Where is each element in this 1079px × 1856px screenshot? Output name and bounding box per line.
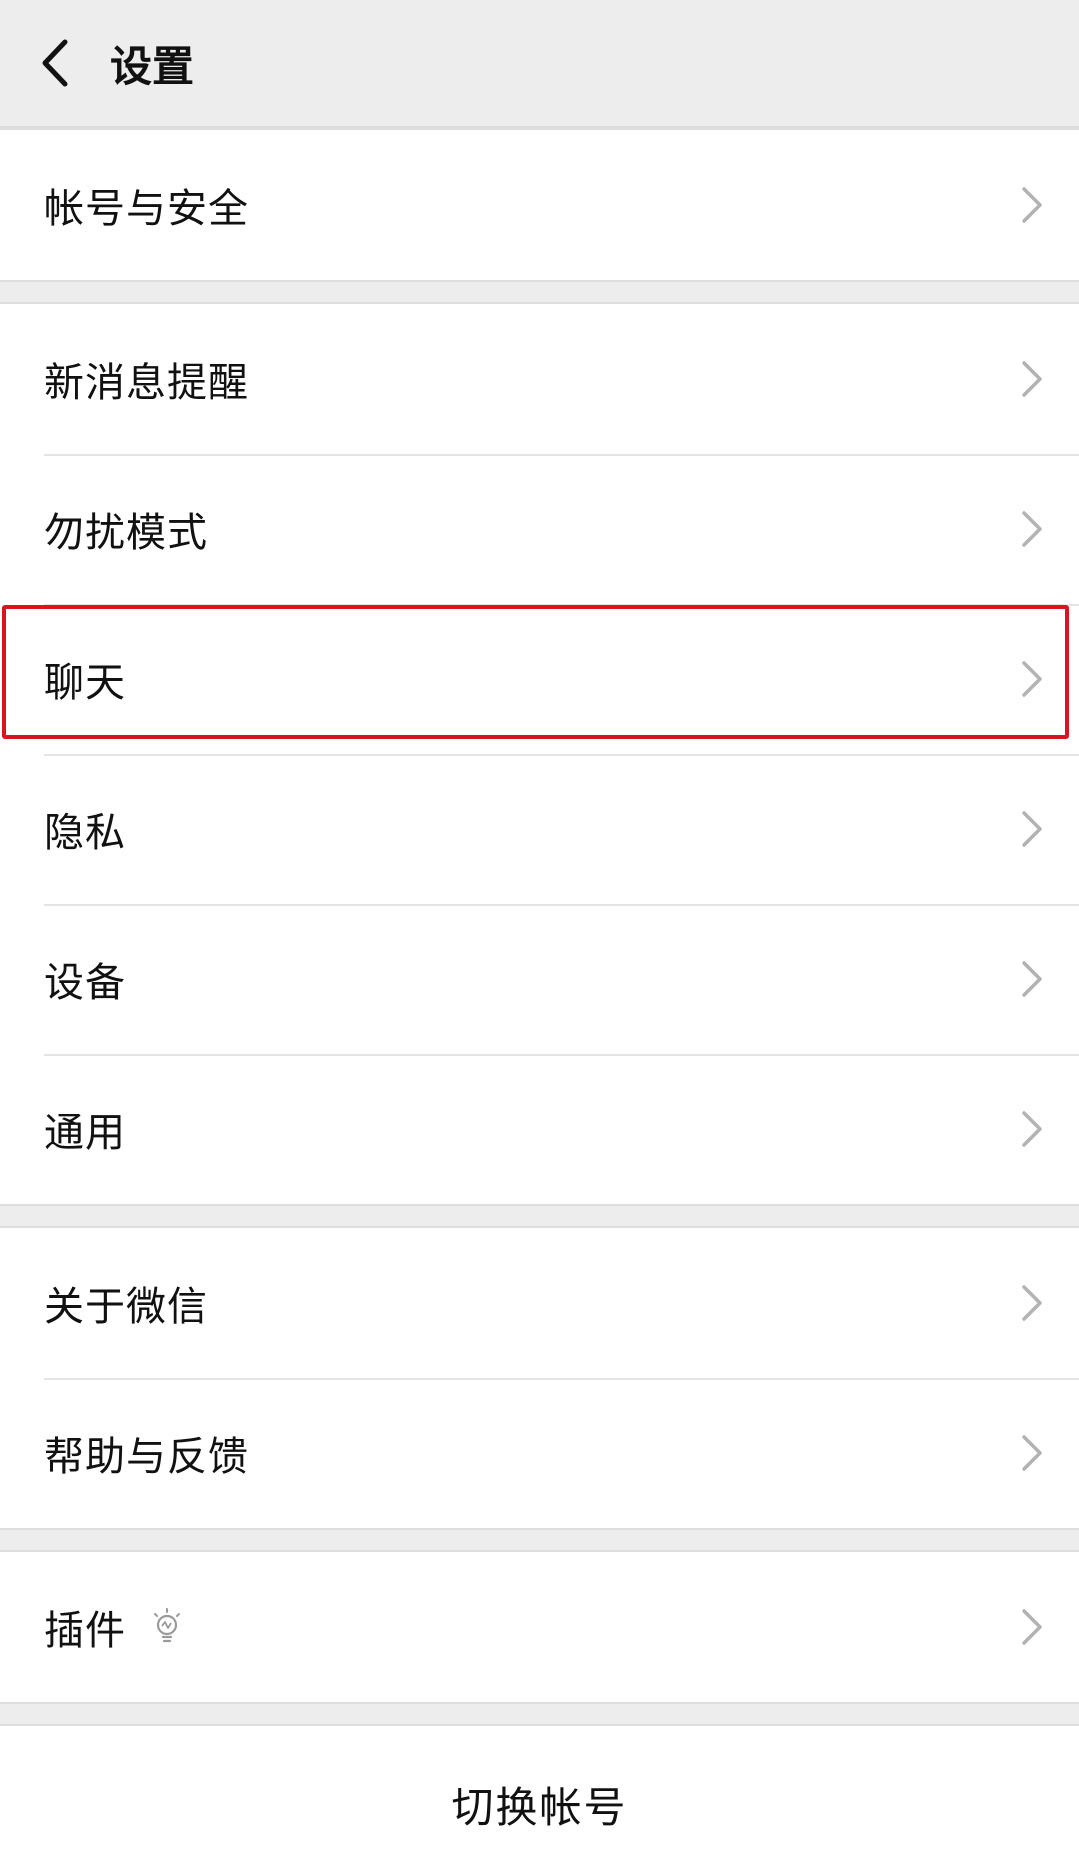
group-spacer (0, 1530, 1079, 1550)
settings-item-label: 新消息提醒 (44, 360, 249, 406)
chevron-right-icon (1022, 1111, 1042, 1147)
switch-account-button[interactable]: 切换帐号 (451, 1774, 627, 1856)
chevron-right-icon (1022, 361, 1042, 397)
settings-item-label: 关于微信 (44, 1284, 208, 1330)
settings-group-main: 新消息提醒 勿扰模式 聊天 隐私 设备 通用 (0, 302, 1079, 1206)
lightbulb-icon (154, 1608, 180, 1643)
settings-item-label: 通用 (44, 1110, 126, 1156)
settings-item-about-wechat[interactable]: 关于微信 (0, 1228, 1079, 1378)
page-title: 设置 (110, 41, 195, 91)
settings-item-general[interactable]: 通用 (0, 1054, 1079, 1204)
chevron-right-icon (1022, 511, 1042, 547)
chevron-right-icon (1022, 1435, 1042, 1471)
settings-item-help-feedback[interactable]: 帮助与反馈 (0, 1378, 1079, 1528)
settings-screen: 设置 帐号与安全 新消息提醒 勿扰模式 聊天 隐私 设备 通用 关于微信 帮助与… (0, 0, 1079, 1856)
settings-item-label: 设备 (44, 960, 126, 1006)
settings-item-label: 帐号与安全 (44, 186, 249, 232)
settings-item-chat[interactable]: 聊天 (0, 604, 1079, 754)
group-spacer (0, 1206, 1079, 1226)
chevron-right-icon (1022, 811, 1042, 847)
group-spacer (0, 1704, 1079, 1724)
settings-group-plugins: 插件 (0, 1550, 1079, 1704)
chevron-right-icon (1022, 1285, 1042, 1321)
settings-group-account: 帐号与安全 (0, 128, 1079, 282)
group-spacer (0, 282, 1079, 302)
chevron-left-icon (42, 39, 68, 87)
settings-item-devices[interactable]: 设备 (0, 904, 1079, 1054)
settings-item-privacy[interactable]: 隐私 (0, 754, 1079, 904)
settings-item-label: 勿扰模式 (44, 510, 208, 556)
navigation-bar: 设置 (0, 0, 1079, 128)
settings-item-plugins[interactable]: 插件 (0, 1552, 1079, 1702)
settings-item-label: 帮助与反馈 (44, 1434, 249, 1480)
settings-item-label: 聊天 (44, 660, 126, 706)
settings-item-new-message-notification[interactable]: 新消息提醒 (0, 304, 1079, 454)
settings-item-label: 隐私 (44, 810, 126, 856)
settings-item-do-not-disturb[interactable]: 勿扰模式 (0, 454, 1079, 604)
chevron-right-icon (1022, 187, 1042, 223)
footer-area: 切换帐号 (0, 1724, 1079, 1856)
settings-item-label: 插件 (44, 1608, 126, 1654)
chevron-right-icon (1022, 1609, 1042, 1645)
chevron-right-icon (1022, 961, 1042, 997)
settings-item-account-security[interactable]: 帐号与安全 (0, 130, 1079, 280)
settings-group-about: 关于微信 帮助与反馈 (0, 1226, 1079, 1530)
chevron-right-icon (1022, 661, 1042, 697)
back-button[interactable] (0, 0, 110, 127)
